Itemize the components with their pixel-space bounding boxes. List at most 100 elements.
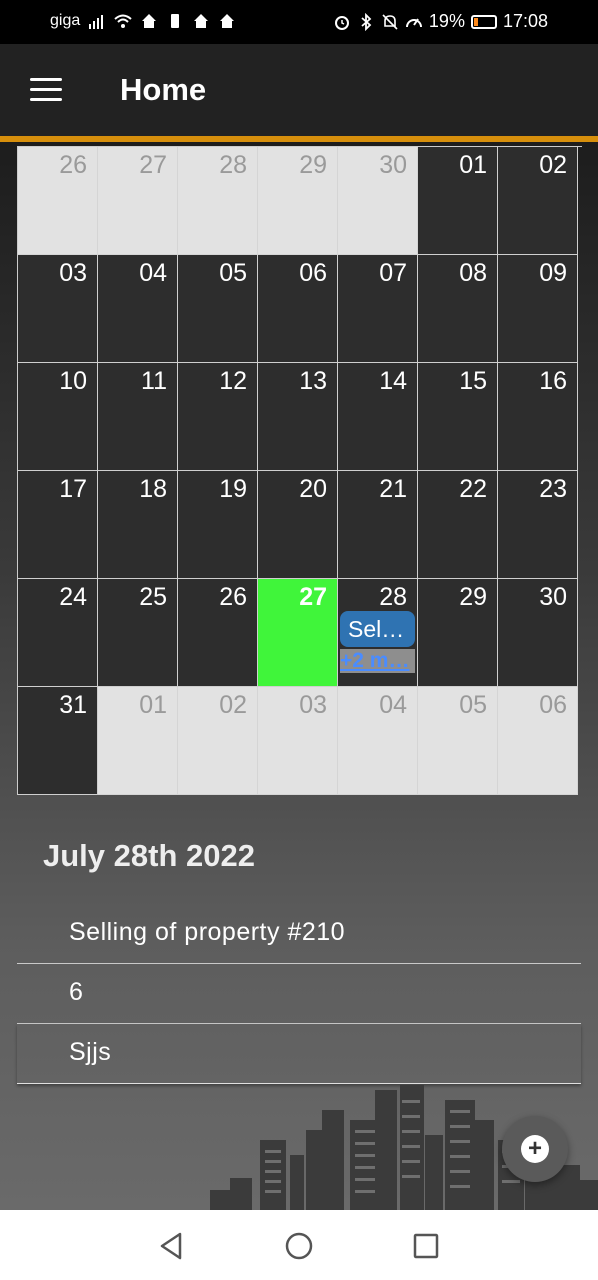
calendar-day[interactable]: 16 bbox=[498, 363, 578, 471]
speed-icon bbox=[405, 17, 422, 27]
calendar-day[interactable]: 25 bbox=[98, 579, 178, 687]
day-number: 27 bbox=[139, 151, 167, 179]
day-number: 20 bbox=[299, 475, 327, 503]
home-circle-icon[interactable] bbox=[283, 1230, 315, 1262]
calendar-day[interactable]: 30 bbox=[498, 579, 578, 687]
calendar-day[interactable]: 20 bbox=[258, 471, 338, 579]
day-number: 06 bbox=[539, 691, 567, 719]
day-number: 13 bbox=[299, 367, 327, 395]
day-number: 04 bbox=[379, 691, 407, 719]
recents-square-icon[interactable] bbox=[410, 1230, 442, 1262]
mute-icon bbox=[382, 13, 398, 30]
calendar-day[interactable]: 21 bbox=[338, 471, 418, 579]
calendar-day[interactable]: 12 bbox=[178, 363, 258, 471]
bluetooth-icon bbox=[361, 12, 372, 31]
calendar-day[interactable]: 14 bbox=[338, 363, 418, 471]
day-number: 18 bbox=[139, 475, 167, 503]
day-number: 29 bbox=[299, 151, 327, 179]
events-list: Selling of property #210 6 Sjjs bbox=[17, 904, 581, 1084]
calendar-day[interactable]: 06 bbox=[258, 255, 338, 363]
event-item[interactable]: Selling of property #210 bbox=[17, 904, 581, 964]
day-number: 12 bbox=[219, 367, 247, 395]
day-number: 29 bbox=[459, 583, 487, 611]
day-number: 23 bbox=[539, 475, 567, 503]
calendar-day[interactable]: 17 bbox=[18, 471, 98, 579]
day-number: 31 bbox=[59, 691, 87, 719]
calendar-day[interactable]: 09 bbox=[498, 255, 578, 363]
more-events-link[interactable]: +2 m… bbox=[340, 649, 415, 673]
calendar-day[interactable]: 01 bbox=[98, 687, 178, 795]
calendar-day[interactable]: 23 bbox=[498, 471, 578, 579]
plus-icon: + bbox=[521, 1135, 549, 1163]
calendar-day[interactable]: 29 bbox=[418, 579, 498, 687]
calendar-day[interactable]: 28 bbox=[178, 147, 258, 255]
calendar-day[interactable]: 04 bbox=[338, 687, 418, 795]
carrier-label: giga bbox=[50, 12, 81, 29]
event-item[interactable]: 6 bbox=[17, 964, 581, 1024]
calendar-day[interactable]: 11 bbox=[98, 363, 178, 471]
day-number: 01 bbox=[459, 151, 487, 179]
day-number: 24 bbox=[59, 583, 87, 611]
day-number: 05 bbox=[459, 691, 487, 719]
day-number: 11 bbox=[141, 367, 167, 395]
alarm-icon bbox=[334, 15, 349, 30]
battery-saver-icon bbox=[171, 14, 180, 28]
calendar-day[interactable]: 13 bbox=[258, 363, 338, 471]
day-number: 10 bbox=[59, 367, 87, 395]
battery-icon bbox=[470, 14, 497, 29]
hamburger-menu-icon[interactable] bbox=[30, 78, 62, 102]
calendar-day[interactable]: 04 bbox=[98, 255, 178, 363]
calendar-day[interactable]: 03 bbox=[18, 255, 98, 363]
calendar-day[interactable]: 02 bbox=[498, 147, 578, 255]
day-number: 15 bbox=[459, 367, 487, 395]
event-chip[interactable]: Sel… bbox=[340, 611, 415, 647]
day-number: 02 bbox=[539, 151, 567, 179]
calendar-day[interactable]: 10 bbox=[18, 363, 98, 471]
day-number: 26 bbox=[59, 151, 87, 179]
calendar-day[interactable]: 02 bbox=[178, 687, 258, 795]
calendar-day[interactable]: 30 bbox=[338, 147, 418, 255]
add-event-button[interactable]: + bbox=[502, 1116, 568, 1182]
calendar-day[interactable]: 28 Sel… +2 m… bbox=[338, 579, 418, 687]
calendar-day[interactable]: 03 bbox=[258, 687, 338, 795]
status-bar: giga 19% 17:08 bbox=[0, 0, 598, 44]
day-number: 16 bbox=[539, 367, 567, 395]
calendar-day[interactable]: 18 bbox=[98, 471, 178, 579]
day-number: 07 bbox=[379, 259, 407, 287]
selected-date-heading: July 28th 2022 bbox=[43, 838, 255, 873]
day-number: 22 bbox=[459, 475, 487, 503]
calendar-day[interactable]: 26 bbox=[178, 579, 258, 687]
day-number: 02 bbox=[219, 691, 247, 719]
calendar-day[interactable]: 01 bbox=[418, 147, 498, 255]
status-time: 17:08 bbox=[502, 11, 548, 31]
calendar-day[interactable]: 07 bbox=[338, 255, 418, 363]
calendar-day[interactable]: 27 bbox=[98, 147, 178, 255]
calendar-day[interactable]: 08 bbox=[418, 255, 498, 363]
calendar-day[interactable]: 05 bbox=[418, 687, 498, 795]
wifi-icon bbox=[114, 14, 132, 28]
calendar-day[interactable]: 31 bbox=[18, 687, 98, 795]
battery-percent: 19% bbox=[428, 11, 465, 31]
calendar-day[interactable]: 29 bbox=[258, 147, 338, 255]
calendar-day[interactable]: 19 bbox=[178, 471, 258, 579]
day-number: 03 bbox=[59, 259, 87, 287]
calendar-day[interactable]: 22 bbox=[418, 471, 498, 579]
page-title: Home bbox=[120, 72, 207, 107]
back-icon[interactable] bbox=[156, 1230, 188, 1262]
day-number: 05 bbox=[219, 259, 247, 287]
calendar-day[interactable]: 26 bbox=[18, 147, 98, 255]
system-nav-bar bbox=[0, 1210, 598, 1280]
day-number: 28 bbox=[379, 583, 407, 611]
calendar-day-today[interactable]: 27 bbox=[258, 579, 338, 687]
calendar-day[interactable]: 05 bbox=[178, 255, 258, 363]
home-icon bbox=[220, 14, 235, 28]
day-number: 25 bbox=[139, 583, 167, 611]
home-icon bbox=[194, 14, 209, 28]
calendar-day[interactable]: 06 bbox=[498, 687, 578, 795]
day-number: 19 bbox=[219, 475, 247, 503]
calendar-day[interactable]: 15 bbox=[418, 363, 498, 471]
calendar-day[interactable]: 24 bbox=[18, 579, 98, 687]
main-content: 26 27 28 29 30 01 02 03 04 05 06 07 08 09 10 11 12 13 14 15… bbox=[0, 142, 598, 1210]
day-number: 14 bbox=[379, 367, 407, 395]
day-number: 08 bbox=[459, 259, 487, 287]
